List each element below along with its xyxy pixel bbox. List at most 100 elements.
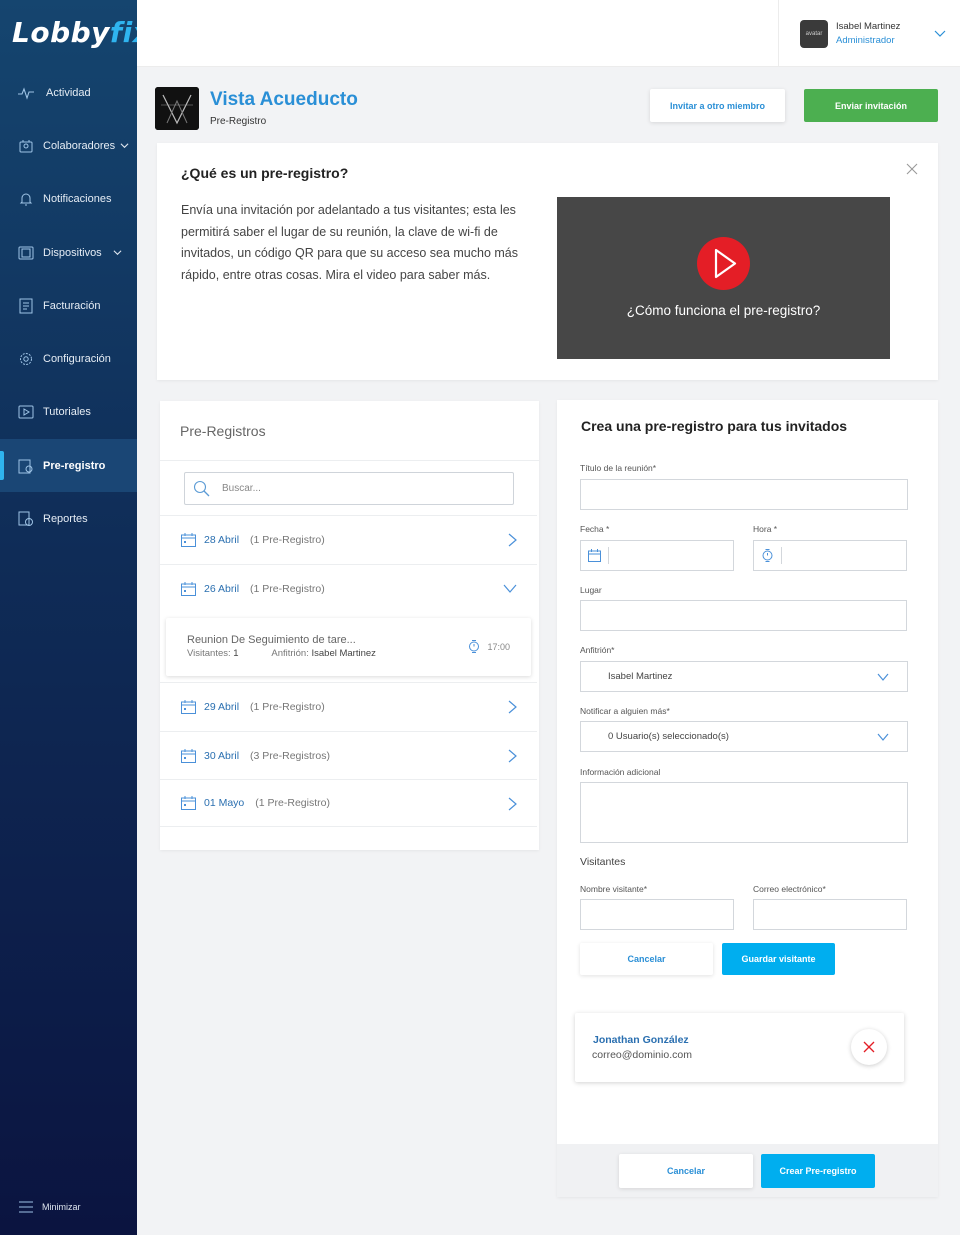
play-button[interactable] [697,237,750,290]
form-title: Crea una pre-registro para tus invitados [581,418,848,434]
place-field [580,600,907,631]
sidebar-item-label: Configuración [43,352,111,365]
host-select[interactable]: Isabel Martinez [580,661,908,692]
sidebar-item-facturacion[interactable]: Facturación [0,279,137,332]
row-date: 30 Abril [204,749,240,762]
chevron-down-icon [120,143,129,149]
meeting-title-input[interactable] [581,480,907,509]
sidebar-item-notificaciones[interactable]: Notificaciones [0,172,137,225]
sidebar-item-label: Dispositivos [43,246,102,259]
watch-icon [469,640,480,653]
sidebar-item-label: Pre-registro [43,459,106,472]
host-label: Anfitrión* [580,645,615,655]
notify-select[interactable]: 0 Usuario(s) seleccionado(s) [580,721,908,752]
close-icon[interactable] [906,163,918,175]
host-value: Isabel Martinez [311,648,376,659]
chevron-down-icon [877,673,889,681]
visitors-section-title: Visitantes [580,856,626,868]
visitor-email-input[interactable] [754,900,906,929]
sidebar-item-actividad[interactable]: Actividad [0,66,137,119]
play-icon [18,405,34,418]
meeting-title-label: Título de la reunión* [580,463,657,473]
date-row-01-mayo[interactable]: 01 Mayo (1 Pre-Registro) [160,779,537,827]
remove-visitor-button[interactable] [851,1029,887,1065]
form-footer: Cancelar Crear Pre-registro [557,1144,938,1197]
meeting-card[interactable]: Reunion De Seguimiento de tare... Visita… [166,618,531,676]
chevron-right-icon [508,700,517,714]
company-logo-icon [155,87,199,130]
list-title: Pre-Registros [180,423,266,439]
meeting-time-value: 17:00 [487,641,510,652]
row-date: 29 Abril [204,700,240,713]
chevron-right-icon [508,797,517,811]
place-input[interactable] [581,601,906,630]
sidebar-item-pre-registro[interactable]: Pre-registro [0,439,137,492]
close-icon [863,1041,875,1053]
calendar-icon [181,699,196,714]
save-visitor-button[interactable]: Guardar visitante [722,943,835,975]
date-input[interactable] [609,541,733,570]
sidebar-item-label: Reportes [43,512,88,525]
invite-member-button[interactable]: Invitar a otro miembro [650,89,785,122]
sidebar-item-label: Tutoriales [43,405,91,418]
date-field [580,540,734,571]
row-count: (3 Pre-Registros) [250,749,330,762]
company-logo [155,87,199,130]
time-field [753,540,907,571]
play-icon [714,248,737,279]
cancel-button[interactable]: Cancelar [619,1154,753,1188]
gear-icon [20,352,32,365]
meeting-title-field [580,479,908,510]
user-menu[interactable]: avatar Isabel Martinez Administrador [778,0,960,67]
bell-icon [19,193,33,205]
visitors-value: 1 [233,648,239,659]
info-text: Envía una invitación por adelantado a tu… [181,203,518,282]
row-count: (1 Pre-Registro) [250,700,325,713]
calendar-icon [181,532,196,547]
meeting-title: Reunion De Seguimiento de tare... [187,634,356,646]
date-row-26-abril[interactable]: 26 Abril (1 Pre-Registro) [160,564,537,612]
date-label: Fecha * [580,524,610,534]
sidebar-item-label: Actividad [46,86,91,99]
sidebar-item-label: Facturación [43,299,101,312]
user-name: Isabel Martinez [836,21,901,32]
time-input[interactable] [782,541,906,570]
sidebar-item-reportes[interactable]: Reportes [0,492,137,545]
video-player[interactable]: ¿Cómo funciona el pre-registro? [557,197,890,359]
sidebar-item-dispositivos[interactable]: Dispositivos [0,226,137,279]
minimize-label: Minimizar [42,1202,81,1212]
meeting-time: 17:00 [468,640,510,653]
visitor-email-field [753,899,907,930]
search-input[interactable] [222,483,502,494]
user-role: Administrador [836,35,895,46]
create-pre-registro-button[interactable]: Crear Pre-registro [761,1154,875,1188]
sidebar-item-configuracion[interactable]: Configuración [0,332,137,385]
visitor-email: correo@dominio.com [592,1049,692,1061]
sidebar-item-tutoriales[interactable]: Tutoriales [0,385,137,438]
minimize-button[interactable]: Minimizar [18,1200,81,1214]
visitor-name: Jonathan González [593,1034,689,1046]
extra-info-input[interactable] [581,783,907,842]
visitor-card: Jonathan González correo@dominio.com [575,1013,904,1082]
date-row-30-abril[interactable]: 30 Abril (3 Pre-Registros) [160,731,537,779]
info-card: ¿Qué es un pre-registro? Envía una invit… [157,143,938,380]
host-label: Anfitrión: [271,648,309,659]
page-subtitle: Pre-Registro [210,116,267,127]
cancel-visitor-button[interactable]: Cancelar [580,943,713,975]
chevron-down-icon[interactable] [934,29,946,38]
visitor-name-input[interactable] [581,900,733,929]
notify-label: Notificar a alguien más* [580,706,670,716]
chevron-right-icon [508,533,517,547]
date-row-29-abril[interactable]: 29 Abril (1 Pre-Registro) [160,682,537,730]
date-row-28-abril[interactable]: 28 Abril (1 Pre-Registro) [160,515,537,563]
create-pre-registro-form: Crea una pre-registro para tus invitados… [557,400,938,1197]
collaborators-icon [19,139,33,152]
row-count: (1 Pre-Registro) [250,582,325,595]
sidebar-item-colaboradores[interactable]: Colaboradores [0,119,137,172]
visitor-name-field [580,899,734,930]
send-invitation-button[interactable]: Enviar invitación [804,89,938,122]
preregister-icon [18,459,33,473]
sidebar-item-label: Colaboradores [43,139,116,152]
meeting-meta: Visitantes: 1 Anfitrión: Isabel Martinez [187,648,376,659]
app-logo[interactable]: Lobbyfix [12,16,151,49]
